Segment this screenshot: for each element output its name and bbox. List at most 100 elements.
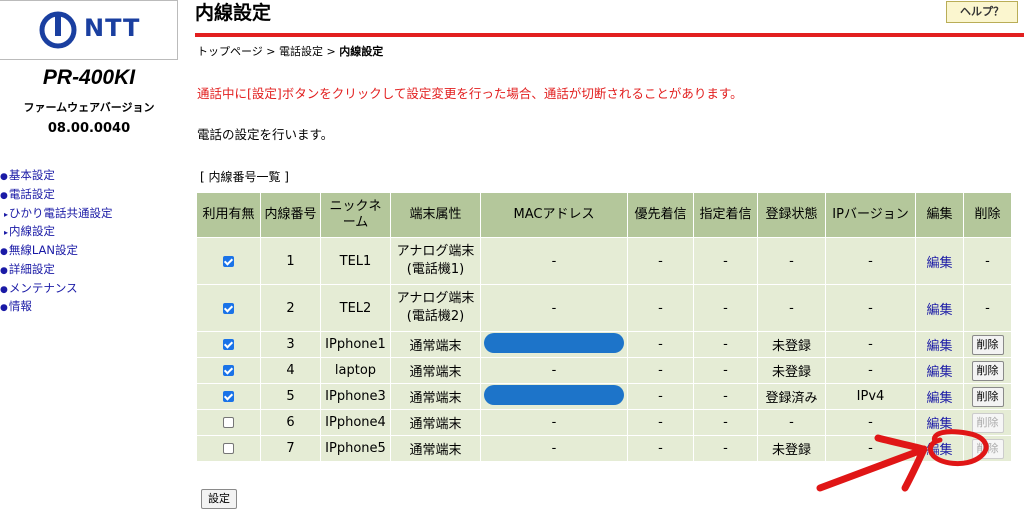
cell-mac (480, 383, 628, 410)
cell-mac: - (480, 409, 628, 436)
nav-item-phone[interactable]: ●電話設定 (0, 185, 55, 205)
ip-version: - (868, 300, 873, 316)
cell-status: - (757, 409, 826, 436)
help-button[interactable]: ヘルプ？ (946, 1, 1018, 23)
table-row: 5 IPphone3 通常端末 - - 登録済み IPv4 編集 削除 (196, 383, 1012, 410)
nickname: IPphone5 (325, 441, 386, 456)
attr-line1: 通常端末 (409, 443, 462, 458)
cell-enabled (196, 383, 261, 410)
nav-item-extension[interactable]: ▸内線設定 (4, 222, 55, 242)
checkbox-checked[interactable] (223, 255, 234, 267)
nav-item-hikari-common[interactable]: ▸ひかり電話共通設定 (4, 204, 113, 224)
page-description: 電話の設定を行います。 (197, 127, 334, 142)
nav-item-wlan[interactable]: ●無線LAN設定 (0, 241, 78, 261)
cell-status: 未登録 (757, 357, 826, 384)
cell-edit: 編集 (915, 435, 964, 462)
cell-delete: 削除 (963, 331, 1012, 358)
edit-link[interactable]: 編集 (926, 339, 952, 354)
cell-delete: - (963, 237, 1012, 285)
registration-status: - (789, 253, 794, 269)
nav-item-info[interactable]: ●情報 (0, 297, 32, 317)
cell-mac: - (480, 435, 628, 462)
delete-button-disabled: 削除 (971, 438, 1004, 459)
cell-edit: 編集 (915, 331, 964, 358)
table-row: 3 IPphone1 通常端末 - - 未登録 - 編集 削除 (196, 331, 1012, 358)
cell-designated: - (693, 383, 758, 410)
cell-edit: 編集 (915, 237, 964, 285)
designated-ring: - (723, 253, 728, 269)
checkbox-unchecked[interactable] (223, 443, 234, 454)
cell-priority: - (627, 435, 694, 462)
designated-ring: - (723, 415, 728, 430)
table-body: 1 TEL1 アナログ端末 (電話機1) - - - - - 編集 - 2 TEL2 アナログ端末 (電話機… (196, 237, 1012, 462)
mac-address: - (551, 441, 557, 456)
edit-link[interactable]: 編集 (926, 303, 952, 318)
table-header-row: 利用有無 内線番号 ニックネーム 端末属性 MACアドレス 優先着信 指定着信 … (196, 192, 1012, 238)
bullet-icon: ● (0, 191, 8, 201)
cell-nickname: IPphone1 (320, 331, 391, 358)
ip-version: - (868, 441, 873, 456)
edit-link[interactable]: 編集 (926, 417, 952, 432)
checkbox-checked[interactable] (223, 365, 234, 376)
checkbox-checked[interactable] (223, 391, 234, 402)
priority-ring: - (658, 337, 663, 352)
nickname: IPphone3 (325, 389, 386, 404)
nickname: IPphone1 (325, 337, 386, 352)
nav-item-basic[interactable]: ●基本設定 (0, 166, 55, 186)
cell-enabled (196, 284, 261, 332)
cell-edit: 編集 (915, 357, 964, 384)
nav-item-advanced[interactable]: ●詳細設定 (0, 260, 55, 280)
cell-status: - (757, 237, 826, 285)
cell-ipver: IPv4 (825, 383, 916, 410)
priority-ring: - (658, 253, 663, 269)
submit-button[interactable]: 設定 (201, 489, 237, 509)
cell-number: 6 (260, 409, 321, 436)
edit-link[interactable]: 編集 (926, 256, 952, 271)
logo-box: NTT (0, 0, 178, 60)
cell-edit: 編集 (915, 409, 964, 436)
cell-enabled (196, 435, 261, 462)
cell-mac: - (480, 237, 628, 285)
attr-line1: 通常端末 (409, 365, 462, 380)
cell-attr: アナログ端末 (電話機1) (390, 237, 481, 285)
breadcrumb-top[interactable]: トップページ (197, 45, 263, 58)
edit-link[interactable]: 編集 (926, 391, 952, 406)
breadcrumb-phone[interactable]: 電話設定 (279, 45, 323, 58)
attr-line1: アナログ端末 (396, 291, 475, 306)
cell-nickname: TEL2 (320, 284, 391, 332)
designated-ring: - (723, 337, 728, 352)
mac-redaction (484, 384, 624, 405)
cell-attr: アナログ端末 (電話機2) (390, 284, 481, 332)
checkbox-checked[interactable] (223, 339, 234, 350)
edit-link[interactable]: 編集 (926, 443, 952, 458)
delete-button[interactable]: 削除 (971, 360, 1004, 381)
checkbox-unchecked[interactable] (223, 417, 234, 428)
delete-button[interactable]: 削除 (971, 386, 1004, 407)
attr-line2: (電話機2) (406, 309, 465, 324)
attr-text: アナログ端末 (電話機1) (393, 243, 478, 279)
cell-status: 登録済み (757, 383, 826, 410)
priority-ring: - (658, 389, 663, 404)
firmware-label: ファームウェアバージョン (23, 101, 155, 114)
checkbox-checked[interactable] (223, 302, 234, 314)
cell-delete: 削除 (963, 435, 1012, 462)
firmware-version: 08.00.0040 (47, 121, 131, 136)
nav-item-maintenance[interactable]: ●メンテナンス (0, 279, 78, 299)
delete-button[interactable]: 削除 (971, 334, 1004, 355)
extension-number: 1 (286, 253, 295, 269)
cell-nickname: laptop (320, 357, 391, 384)
attr-line1: 通常端末 (409, 417, 462, 432)
cell-enabled (196, 331, 261, 358)
priority-ring: - (658, 300, 663, 316)
triangle-right-icon: ▸ (4, 228, 9, 237)
router-admin-page: NTT PR-400KI ファームウェアバージョン 08.00.0040 ●基本… (0, 0, 1024, 528)
model-name: PR-400KI (42, 66, 136, 89)
edit-link[interactable]: 編集 (926, 365, 952, 380)
cell-number: 4 (260, 357, 321, 384)
bullet-icon: ● (0, 266, 8, 276)
cell-priority: - (627, 383, 694, 410)
ip-version: - (868, 363, 873, 378)
col-nickname: ニックネーム (320, 192, 391, 238)
delete-placeholder: - (985, 253, 990, 269)
cell-nickname: IPphone3 (320, 383, 391, 410)
